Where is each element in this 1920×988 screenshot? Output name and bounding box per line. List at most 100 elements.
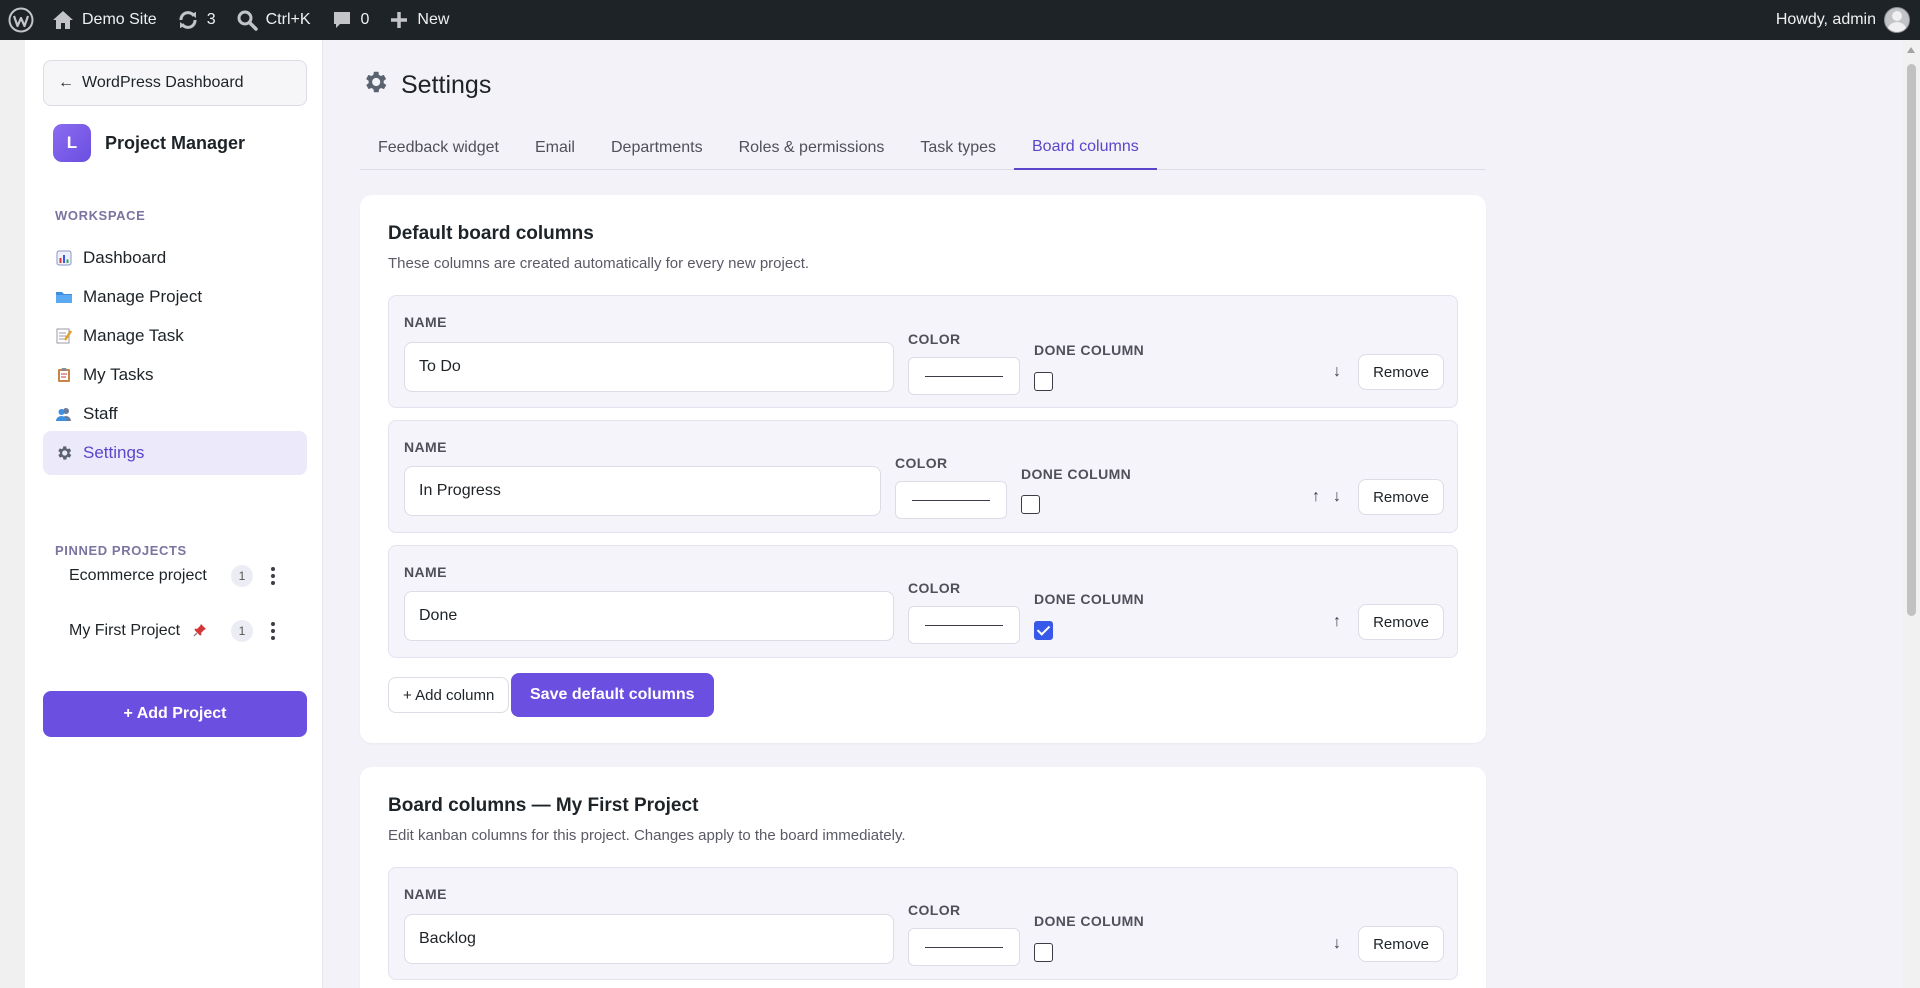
color-picker[interactable]	[908, 357, 1020, 395]
name-label: NAME	[404, 886, 447, 902]
task-count-badge: 1	[231, 565, 253, 587]
add-project-button[interactable]: + Add Project	[43, 691, 307, 737]
project-columns-card: Board columns — My First Project Edit ka…	[360, 767, 1486, 988]
brand-logo: L	[53, 124, 91, 162]
name-label: NAME	[404, 439, 447, 455]
remove-button[interactable]: Remove	[1358, 926, 1444, 962]
task-count-badge: 1	[231, 620, 253, 642]
pinned-project-name: Ecommerce project	[69, 567, 207, 584]
nav-item-label: Dashboard	[83, 248, 167, 267]
card-description: These columns are created automatically …	[388, 255, 810, 272]
wordpress-dashboard-button[interactable]: ← WordPress Dashboard	[43, 60, 307, 106]
scrollbar-thumb[interactable]	[1907, 64, 1916, 616]
remove-button[interactable]: Remove	[1358, 354, 1444, 390]
back-button-label: WordPress Dashboard	[82, 74, 244, 91]
tab-email[interactable]: Email	[517, 126, 593, 170]
search-link[interactable]: Ctrl+K	[226, 0, 321, 40]
nav-item-manage-task[interactable]: Manage Task	[43, 314, 307, 358]
column-row: NAME In Progress COLOR DONE COLUMN ↑ ↓ R…	[388, 420, 1458, 533]
my-account-link[interactable]: Howdy, admin	[1766, 0, 1920, 40]
move-down-icon[interactable]: ↓	[1333, 363, 1341, 381]
comments-count: 0	[360, 11, 370, 28]
done-column-checkbox[interactable]	[1034, 943, 1053, 962]
scroll-up-arrow-icon[interactable]	[1907, 47, 1915, 53]
search-shortcut: Ctrl+K	[265, 11, 311, 28]
done-column-label: DONE COLUMN	[1034, 342, 1145, 358]
default-columns-card: Default board columns These columns are …	[360, 195, 1486, 743]
color-label: COLOR	[895, 455, 948, 471]
done-column-checkbox[interactable]	[1034, 372, 1053, 391]
updates-link[interactable]: 3	[167, 0, 226, 40]
add-column-button[interactable]: + Add column	[388, 677, 510, 713]
site-name: Demo Site	[82, 11, 157, 28]
new-label: New	[417, 11, 450, 28]
color-picker[interactable]	[908, 928, 1020, 966]
nav-item-dashboard[interactable]: Dashboard	[43, 236, 307, 280]
column-row: NAME To Do COLOR DONE COLUMN ↓ Remove	[388, 295, 1458, 408]
color-label: COLOR	[908, 580, 961, 596]
tab-departments[interactable]: Departments	[593, 126, 721, 170]
nav-item-manage-project[interactable]: Manage Project	[43, 275, 307, 319]
admin-menu-edge	[0, 40, 25, 988]
nav-item-my-tasks[interactable]: My Tasks	[43, 353, 307, 397]
comment-icon	[333, 12, 350, 28]
page-title: Settings	[361, 68, 491, 103]
nav-item-label: Manage Project	[83, 287, 203, 306]
wp-admin-bar: Demo Site 3 Ctrl+K 0 New Howdy, admin	[0, 0, 1920, 40]
card-title: Default board columns	[388, 223, 594, 244]
column-name-input[interactable]: Done	[404, 591, 894, 641]
tab-board-columns[interactable]: Board columns	[1014, 126, 1157, 170]
nav-item-label: Manage Task	[83, 326, 184, 345]
memo-icon	[55, 327, 73, 345]
pinned-project-item[interactable]: Ecommerce project 1	[43, 556, 307, 596]
search-icon	[237, 10, 258, 31]
new-content-link[interactable]: New	[379, 0, 459, 40]
kebab-menu-icon[interactable]	[265, 564, 281, 588]
gear-icon	[55, 444, 73, 462]
comments-link[interactable]: 0	[321, 0, 380, 40]
save-default-columns-button[interactable]: Save default columns	[511, 673, 714, 717]
workspace-section-label: WORKSPACE	[55, 208, 146, 223]
color-picker[interactable]	[895, 481, 1007, 519]
done-column-label: DONE COLUMN	[1034, 913, 1145, 929]
pushpin-icon	[193, 623, 207, 640]
kebab-menu-icon[interactable]	[265, 619, 281, 643]
column-name-input[interactable]: Backlog	[404, 914, 894, 964]
site-name-link[interactable]: Demo Site	[42, 0, 167, 40]
avatar	[1884, 7, 1910, 33]
move-down-icon[interactable]: ↓	[1333, 488, 1341, 506]
pinned-project-item[interactable]: My First Project 1	[43, 611, 307, 651]
column-name-input[interactable]: To Do	[404, 342, 894, 392]
move-down-icon[interactable]: ↓	[1333, 935, 1341, 953]
column-name-input[interactable]: In Progress	[404, 466, 881, 516]
remove-button[interactable]: Remove	[1358, 604, 1444, 640]
card-description: Edit kanban columns for this project. Ch…	[388, 827, 906, 844]
tab-feedback-widget[interactable]: Feedback widget	[360, 126, 517, 170]
name-label: NAME	[404, 564, 447, 580]
remove-button[interactable]: Remove	[1358, 479, 1444, 515]
plugin-sidebar: ← WordPress Dashboard L Project Manager …	[25, 40, 323, 988]
color-label: COLOR	[908, 902, 961, 918]
column-row: NAME Done COLOR DONE COLUMN ↑ Remove	[388, 545, 1458, 658]
people-icon	[55, 405, 73, 423]
settings-tabs: Feedback widget Email Departments Roles …	[360, 126, 1486, 170]
tab-roles-permissions[interactable]: Roles & permissions	[721, 126, 903, 170]
column-row: NAME Backlog COLOR DONE COLUMN ↓ Remove	[388, 867, 1458, 980]
done-column-checkbox[interactable]	[1021, 495, 1040, 514]
nav-item-settings[interactable]: Settings	[43, 431, 307, 475]
tab-task-types[interactable]: Task types	[902, 126, 1014, 170]
pinned-project-name: My First Project	[69, 622, 181, 639]
page-scrollbar[interactable]	[1903, 40, 1920, 988]
brand: L Project Manager	[53, 124, 245, 162]
nav-item-staff[interactable]: Staff	[43, 392, 307, 436]
move-up-icon[interactable]: ↑	[1333, 613, 1341, 631]
updates-count: 3	[206, 11, 216, 28]
color-picker[interactable]	[908, 606, 1020, 644]
back-arrow-icon: ←	[58, 74, 74, 91]
done-column-checkbox-checked[interactable]	[1034, 621, 1053, 640]
home-icon	[53, 11, 73, 29]
wordpress-logo-icon[interactable]	[0, 0, 42, 40]
move-up-icon[interactable]: ↑	[1312, 488, 1320, 506]
updates-icon	[179, 11, 197, 29]
nav-item-label: Settings	[83, 443, 145, 462]
